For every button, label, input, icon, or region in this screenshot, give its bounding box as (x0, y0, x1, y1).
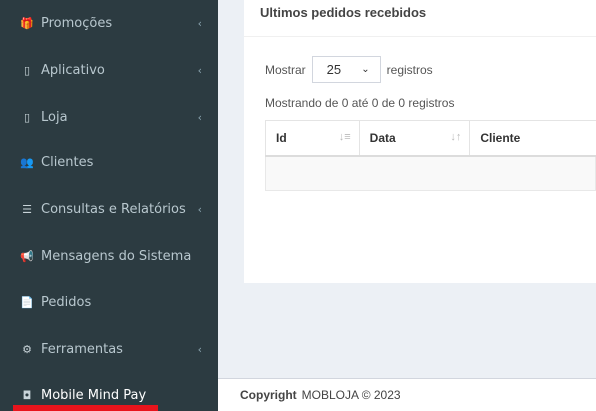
chevron-left-icon: ‹ (197, 16, 202, 30)
column-label: Data (369, 130, 396, 145)
orders-box: Ultimos pedidos recebidos Mostrar 25 ⌄ r… (244, 0, 596, 283)
show-label: Mostrar (265, 62, 306, 77)
sidebar-item-label: Ferramentas (41, 341, 123, 357)
sidebar-item-label: Consultas e Relatórios (41, 201, 186, 217)
page-size-value: 25 (326, 62, 342, 77)
bullhorn-icon: 📢 (20, 249, 34, 263)
sidebar-item-loja[interactable]: ▯ Loja ‹ (0, 94, 218, 140)
sidebar-item-consultas[interactable]: ☰ Consultas e Relatórios ‹ (0, 186, 218, 232)
sort-icon: ↓↑ (450, 131, 462, 143)
chevron-left-icon: ‹ (197, 202, 202, 216)
users-icon: 👥 (20, 155, 34, 169)
sidebar-item-ferramentas[interactable]: ⚙ Ferramentas ‹ (0, 326, 218, 372)
list-icon: ☰ (22, 202, 32, 216)
sidebar-item-label: Promoções (41, 15, 113, 31)
active-item-indicator (13, 405, 158, 411)
divider (244, 36, 596, 37)
sidebar-item-mensagens[interactable]: 📢 Mensagens do Sistema (0, 233, 218, 279)
sidebar-item-label: Loja (41, 109, 68, 125)
sidebar-item-label: Pedidos (41, 294, 92, 310)
column-header-id[interactable]: Id ↓≡ (265, 120, 360, 157)
orders-table: Id ↓≡ Data ↓↑ Cliente (265, 120, 596, 191)
empty-cell (265, 155, 596, 191)
sidebar-item-promocoes[interactable]: 🎁 Promoções ‹ (0, 0, 218, 46)
gift-icon: 🎁 (20, 16, 34, 30)
records-label: registros (386, 62, 433, 77)
sidebar-item-label: Mensagens do Sistema (41, 248, 192, 264)
chevron-down-icon: ⌄ (361, 64, 370, 75)
store-icon: ▯ (23, 110, 31, 124)
sidebar-item-clientes[interactable]: 👥 Clientes (0, 139, 218, 185)
sidebar-item-label: Clientes (41, 154, 94, 170)
column-header-cliente[interactable]: Cliente (469, 120, 596, 157)
chevron-left-icon: ‹ (197, 342, 202, 356)
main-content: Ultimos pedidos recebidos Mostrar 25 ⌄ r… (218, 0, 596, 378)
column-label: Id (276, 130, 287, 145)
table-info: Mostrando de 0 até 0 de 0 registros (265, 96, 455, 110)
copyright-text: MOBLOJA © 2023 (301, 388, 401, 402)
sidebar-item-pedidos[interactable]: 📄 Pedidos (0, 279, 218, 325)
file-icon: 📄 (20, 295, 34, 309)
column-header-data[interactable]: Data ↓↑ (358, 120, 471, 157)
box-title: Ultimos pedidos recebidos (260, 5, 427, 20)
cogs-icon: ⚙ (22, 342, 32, 356)
chevron-left-icon: ‹ (197, 63, 202, 77)
sidebar-item-label: Mobile Mind Pay (41, 387, 147, 403)
money-icon: ◘ (22, 388, 32, 402)
column-label: Cliente (480, 130, 521, 145)
page-size-select[interactable]: 25 ⌄ (311, 56, 381, 83)
sidebar-item-aplicativo[interactable]: ▯ Aplicativo ‹ (0, 47, 218, 93)
empty-row (265, 155, 596, 191)
chevron-left-icon: ‹ (197, 110, 202, 124)
page-length-control: Mostrar 25 ⌄ registros (265, 56, 433, 83)
sort-desc-icon: ↓≡ (338, 131, 351, 143)
sidebar: 🎁 Promoções ‹ ▯ Aplicativo ‹ ▯ Loja ‹ 👥 … (0, 0, 218, 411)
sidebar-item-label: Aplicativo (41, 62, 105, 78)
footer: Copyright MOBLOJA © 2023 (218, 378, 596, 411)
mobile-icon: ▯ (23, 63, 31, 77)
copyright-label: Copyright (240, 388, 297, 402)
